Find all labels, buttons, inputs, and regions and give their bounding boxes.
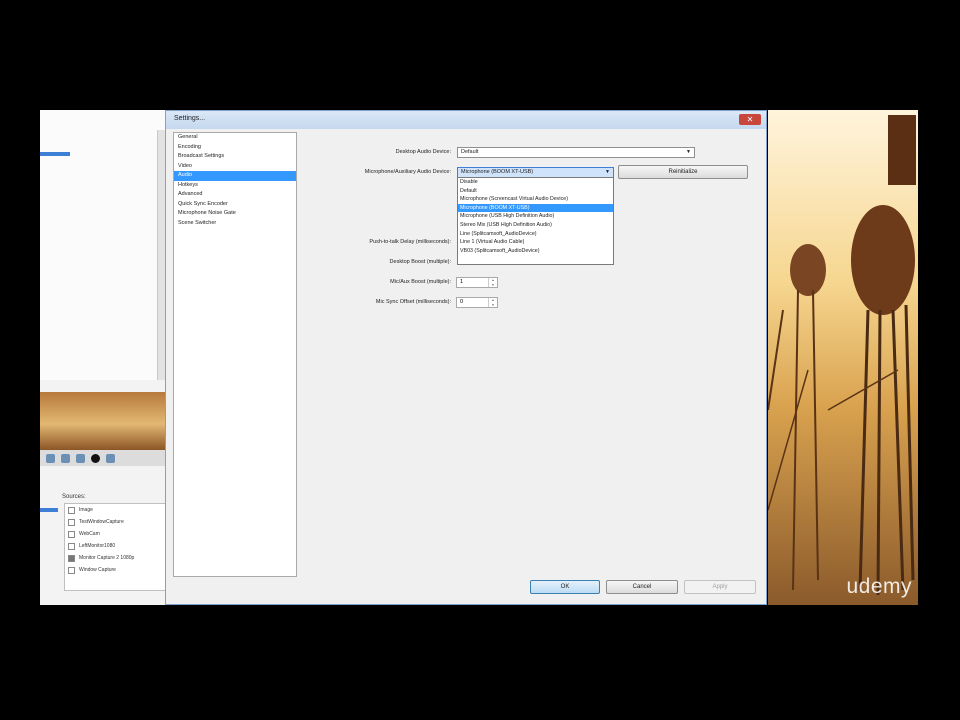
source-checkbox[interactable] bbox=[68, 506, 75, 514]
cancel-button[interactable]: Cancel bbox=[606, 580, 678, 594]
desktop-audio-label: Desktop Audio Device: bbox=[395, 149, 451, 155]
background-toolbar bbox=[40, 450, 165, 466]
source-checkbox[interactable] bbox=[68, 518, 75, 526]
reinitialize-button[interactable]: Reinitialize bbox=[618, 165, 748, 179]
tool-icon[interactable] bbox=[46, 453, 55, 463]
source-item[interactable]: TestWindowCapture bbox=[65, 516, 165, 528]
tool-icon[interactable] bbox=[106, 453, 115, 463]
category-advanced[interactable]: Advanced bbox=[174, 190, 296, 200]
dropdown-option[interactable]: Line 1 (Virtual Audio Cable) bbox=[458, 238, 613, 247]
category-list[interactable]: General Encoding Broadcast Settings Vide… bbox=[173, 132, 297, 577]
background-selection-bar bbox=[40, 152, 70, 156]
category-general[interactable]: General bbox=[174, 133, 296, 143]
record-icon[interactable] bbox=[91, 453, 100, 463]
dropdown-option[interactable]: Stereo Mix (USB High Definition Audio) bbox=[458, 221, 613, 230]
mic-boost-label: Mic/Aux Boost (multiple): bbox=[390, 279, 451, 285]
source-checkbox[interactable] bbox=[68, 554, 75, 562]
dropdown-option[interactable]: VB03 (Splitcamsoft_AudioDevice) bbox=[458, 247, 613, 256]
dropdown-option[interactable]: Disable bbox=[458, 178, 613, 187]
source-checkbox[interactable] bbox=[68, 542, 75, 550]
category-quick-sync-encoder[interactable]: Quick Sync Encoder bbox=[174, 200, 296, 210]
category-scene-switcher[interactable]: Scene Switcher bbox=[174, 219, 296, 229]
dropdown-option[interactable]: Microphone (Screencast Virtual Audio Dev… bbox=[458, 195, 613, 204]
dropdown-option-highlighted[interactable]: Microphone (BOOM XT-USB) bbox=[458, 203, 613, 213]
category-broadcast-settings[interactable]: Broadcast Settings bbox=[174, 152, 296, 162]
mic-sync-label: Mic Sync Offset (milliseconds): bbox=[375, 299, 451, 305]
background-preview-thumbnail bbox=[40, 392, 165, 450]
category-hotkeys[interactable]: Hotkeys bbox=[174, 181, 296, 191]
tool-icon[interactable] bbox=[61, 453, 70, 463]
category-encoding[interactable]: Encoding bbox=[174, 143, 296, 153]
wallpaper-image: udemy bbox=[768, 110, 918, 605]
dropdown-option[interactable]: Default bbox=[458, 187, 613, 196]
category-audio[interactable]: Audio bbox=[174, 171, 296, 181]
chevron-down-icon: ▼ bbox=[686, 149, 691, 155]
udemy-watermark: udemy bbox=[846, 575, 912, 598]
mic-boost-stepper[interactable]: 1 ▲ ▼ bbox=[456, 277, 498, 288]
mic-device-dropdown-list[interactable]: Disable Default Microphone (Screencast V… bbox=[457, 177, 614, 265]
elephants-illustration bbox=[768, 115, 916, 596]
category-microphone-noise-gate[interactable]: Microphone Noise Gate bbox=[174, 209, 296, 219]
mic-audio-label: Microphone/Auxiliary Audio Device: bbox=[364, 169, 451, 175]
stepper-arrows-icon[interactable]: ▲ ▼ bbox=[488, 298, 497, 307]
ptt-delay-label: Push-to-talk Delay (milliseconds): bbox=[369, 239, 451, 245]
source-checkbox[interactable] bbox=[68, 566, 75, 574]
source-item[interactable]: LeftMonitor1080 bbox=[65, 540, 165, 552]
source-item[interactable]: Monitor Capture 2 1080p bbox=[65, 552, 165, 564]
source-item[interactable]: WebCam bbox=[65, 528, 165, 540]
scene-selection-bar bbox=[40, 508, 58, 512]
sources-list[interactable]: Image TestWindowCapture WebCam LeftMonit… bbox=[64, 503, 166, 591]
tool-icon[interactable] bbox=[76, 453, 85, 463]
source-item[interactable]: Image bbox=[65, 504, 165, 516]
desktop-audio-select[interactable]: Default ▼ bbox=[457, 147, 695, 158]
settings-dialog: Settings... ✕ General Encoding Broadcast… bbox=[165, 110, 767, 605]
settings-title: Settings... bbox=[174, 115, 206, 122]
chevron-down-icon: ▼ bbox=[605, 169, 610, 175]
sources-title: Sources: bbox=[62, 494, 86, 500]
desktop-boost-label: Desktop Boost (multiple): bbox=[389, 259, 451, 265]
category-video[interactable]: Video bbox=[174, 162, 296, 172]
settings-titlebar[interactable]: Settings... ✕ bbox=[166, 111, 766, 129]
apply-button[interactable]: Apply bbox=[684, 580, 756, 594]
background-app-window: Sources: Image TestWindowCapture WebCam … bbox=[40, 110, 170, 605]
background-app-settings-panel bbox=[40, 110, 170, 380]
stepper-arrows-icon[interactable]: ▲ ▼ bbox=[488, 278, 497, 287]
dropdown-option[interactable]: Line (Splitcamsoft_AudioDevice) bbox=[458, 230, 613, 239]
mic-sync-stepper[interactable]: 0 ▲ ▼ bbox=[456, 297, 498, 308]
source-item[interactable]: Window Capture bbox=[65, 564, 165, 576]
source-checkbox[interactable] bbox=[68, 530, 75, 538]
close-button[interactable]: ✕ bbox=[739, 114, 761, 125]
ok-button[interactable]: OK bbox=[530, 580, 600, 594]
dropdown-option[interactable]: Microphone (USB High Definition Audio) bbox=[458, 212, 613, 221]
